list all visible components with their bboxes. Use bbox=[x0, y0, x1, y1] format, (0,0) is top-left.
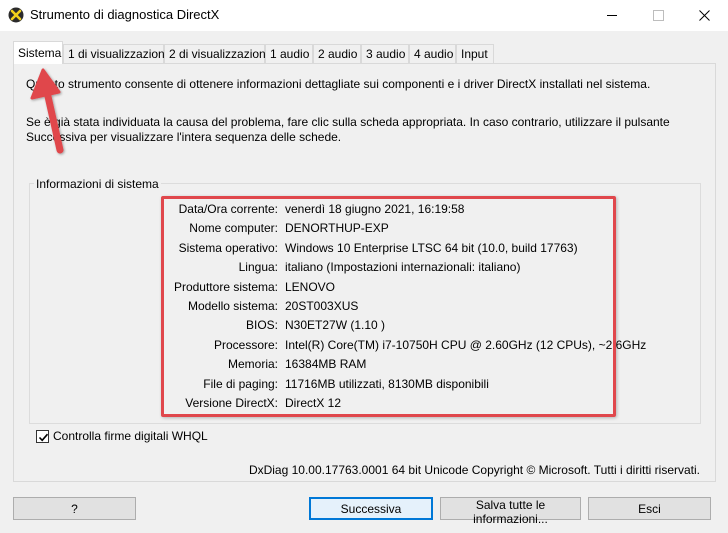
tab-display-2[interactable]: 2 di visualizzazione bbox=[164, 44, 272, 63]
tab-sistema[interactable]: Sistema bbox=[13, 41, 63, 64]
whql-checkbox[interactable] bbox=[36, 430, 49, 443]
intro-text: Questo strumento consente di ottenere in… bbox=[26, 77, 651, 91]
checkmark-icon bbox=[38, 433, 49, 442]
save-all-info-button[interactable]: Salva tutte le informazioni... bbox=[440, 497, 581, 526]
intro-text-2: Se è già stata individuata la causa del … bbox=[26, 115, 670, 144]
system-info-group-title: Informazioni di sistema bbox=[34, 177, 161, 191]
tab-audio-2[interactable]: 2 audio bbox=[313, 44, 361, 63]
maximize-icon bbox=[653, 10, 664, 21]
red-arrow-annotation-icon bbox=[30, 68, 64, 154]
whql-checkbox-label[interactable]: Controlla firme digitali WHQL bbox=[53, 429, 208, 443]
title-bar: Strumento di diagnostica DirectX bbox=[0, 0, 728, 31]
version-copyright-text: DxDiag 10.00.17763.0001 64 bit Unicode C… bbox=[248, 463, 700, 477]
tab-input[interactable]: Input bbox=[456, 44, 494, 63]
window-title: Strumento di diagnostica DirectX bbox=[30, 7, 220, 22]
close-icon bbox=[699, 10, 710, 21]
help-button[interactable]: ? bbox=[13, 497, 136, 520]
tab-audio-4[interactable]: 4 audio bbox=[409, 44, 456, 63]
minimize-button[interactable] bbox=[590, 0, 636, 30]
next-button[interactable]: Successiva bbox=[309, 497, 433, 520]
tab-display-1[interactable]: 1 di visualizzazione bbox=[63, 44, 171, 63]
highlight-box-annotation bbox=[161, 196, 616, 417]
tab-audio-1[interactable]: 1 audio bbox=[265, 44, 313, 63]
maximize-button[interactable] bbox=[636, 0, 682, 30]
tab-audio-3[interactable]: 3 audio bbox=[361, 44, 409, 63]
minimize-icon bbox=[607, 15, 617, 16]
close-button[interactable] bbox=[682, 0, 728, 30]
exit-button[interactable]: Esci bbox=[588, 497, 711, 520]
directx-app-icon bbox=[8, 7, 24, 23]
